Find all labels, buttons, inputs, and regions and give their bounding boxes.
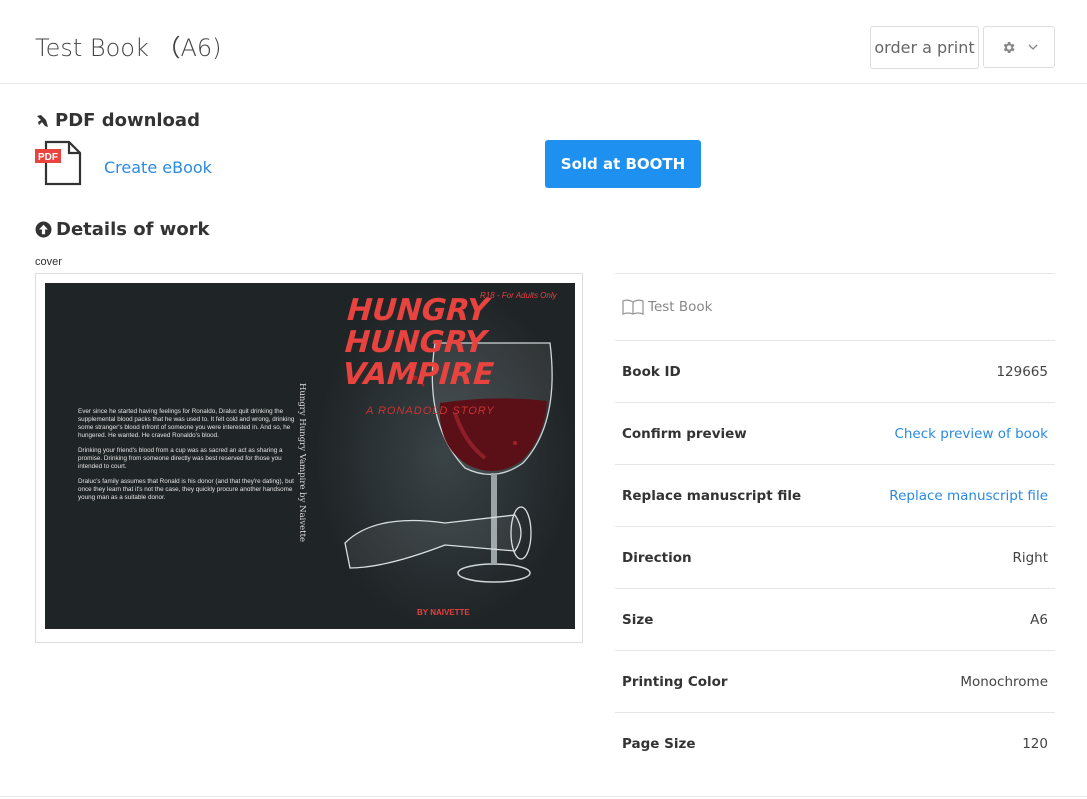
- pdf-file-icon[interactable]: PDF: [35, 140, 83, 186]
- info-row-replace-manuscript: Replace manuscript file Replace manuscri…: [615, 464, 1055, 526]
- back-cover-blurb: Ever since he started having feelings fo…: [78, 408, 298, 509]
- gear-icon: [1003, 41, 1015, 53]
- cover-author: BY NAIVETTE: [417, 608, 470, 617]
- details-title: Details of work: [56, 219, 210, 240]
- cover-label: cover: [35, 256, 62, 268]
- spine: Hungry Hungry Vampire by Naivette: [293, 383, 311, 542]
- page-size-value: 120: [1022, 735, 1048, 752]
- info-key: Size: [622, 611, 654, 628]
- blurb-paragraph: Drinking your friend's blood from a cup …: [78, 447, 283, 470]
- printing-color-value: Monochrome: [960, 673, 1048, 690]
- order-print-button[interactable]: order a print: [870, 26, 979, 69]
- spine-text: Hungry Hungry Vampire by Naivette: [297, 383, 307, 543]
- check-preview-link[interactable]: Check preview of book: [894, 426, 1048, 442]
- book-name: Test Book: [648, 299, 713, 315]
- cover-preview: Ever since he started having feelings fo…: [35, 273, 583, 643]
- info-key: Direction: [622, 549, 692, 566]
- chevron-down-icon: [1028, 44, 1037, 50]
- info-row-confirm-preview: Confirm preview Check preview of book: [615, 402, 1055, 464]
- info-key: Book ID: [622, 363, 681, 380]
- info-row-direction: Direction Right: [615, 526, 1055, 588]
- create-ebook-link[interactable]: Create eBook: [104, 158, 212, 177]
- replace-manuscript-link[interactable]: Replace manuscript file: [889, 488, 1048, 504]
- book-id-value: 129665: [996, 363, 1048, 380]
- pdf-download-heading: PDF download: [35, 110, 200, 131]
- info-key: Page Size: [622, 735, 696, 752]
- direction-value: Right: [1012, 549, 1048, 566]
- info-key: Replace manuscript file: [622, 487, 802, 504]
- blurb-paragraph: Draluc's family assumes that Ronald is h…: [78, 478, 294, 501]
- arrow-up-circle-icon: [35, 221, 52, 238]
- pdf-download-title: PDF download: [55, 110, 200, 131]
- info-row-size: Size A6: [615, 588, 1055, 650]
- cover-title-line: VAMPIRE: [341, 357, 496, 392]
- info-row-page-size: Page Size 120: [615, 712, 1055, 774]
- open-book-icon: [622, 299, 644, 315]
- rocket-icon: [37, 114, 48, 127]
- info-row-printing-color: Printing Color Monochrome: [615, 650, 1055, 712]
- page-header: Test Book （A6) order a print: [0, 0, 1087, 84]
- bottom-divider: [0, 796, 1087, 797]
- info-row-book-id: Book ID 129665: [615, 340, 1055, 402]
- page-title: Test Book （A6): [35, 34, 222, 62]
- cover-title-line: HUNGRY: [343, 325, 488, 360]
- details-heading: Details of work: [35, 219, 210, 240]
- blurb-paragraph: Ever since he started having feelings fo…: [78, 408, 295, 439]
- cover-rating: R18 - For Adults Only: [480, 291, 557, 300]
- book-info-table: Test Book Book ID 129665 Confirm preview…: [615, 273, 1055, 774]
- pdf-badge-label: PDF: [38, 152, 58, 163]
- book-name-row: Test Book: [615, 273, 1055, 340]
- info-key: Printing Color: [622, 673, 728, 690]
- cover-subtitle: A RONADOLD STORY: [366, 405, 495, 417]
- settings-dropdown-button[interactable]: [983, 26, 1055, 68]
- info-key: Confirm preview: [622, 425, 747, 442]
- sold-at-booth-button[interactable]: Sold at BOOTH: [545, 140, 701, 188]
- cover-image: Ever since he started having feelings fo…: [45, 283, 575, 629]
- cover-title-line: HUNGRY: [346, 293, 490, 328]
- size-value: A6: [1030, 611, 1048, 628]
- cover-title: HUNGRY HUNGRY VAMPIRE: [341, 293, 496, 392]
